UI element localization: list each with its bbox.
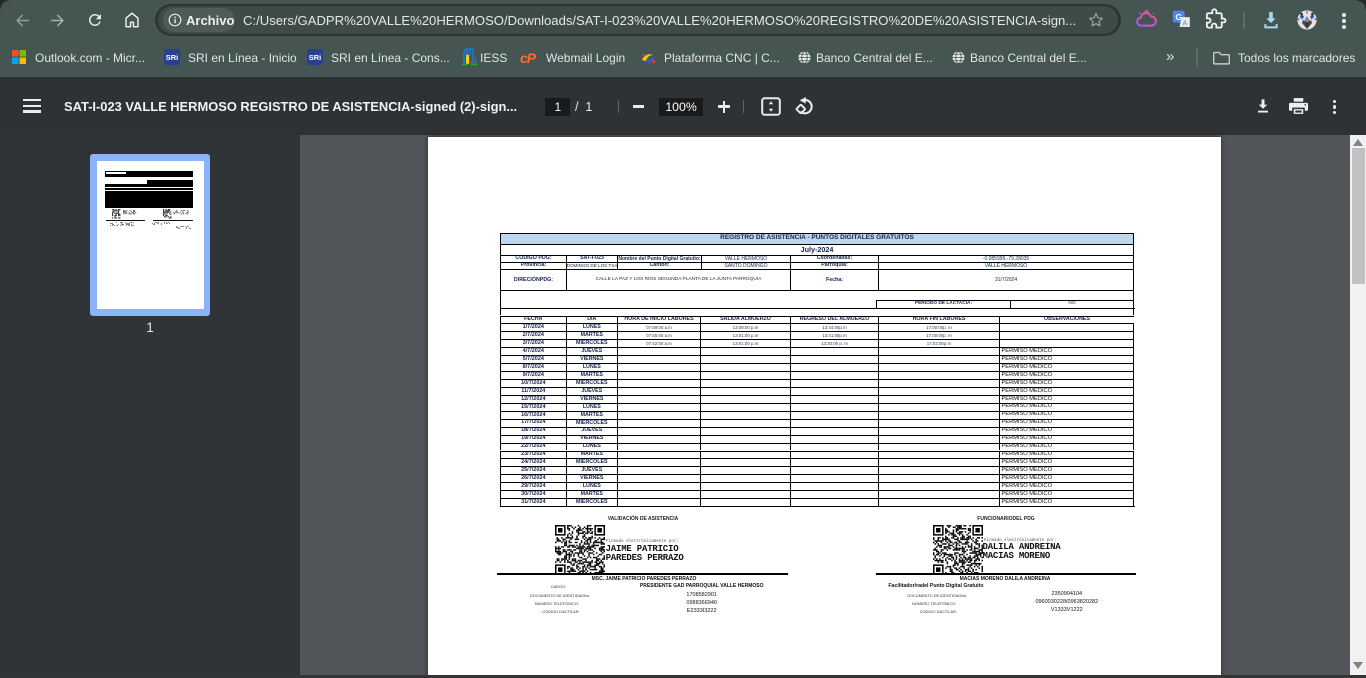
- svg-text:A: A: [1182, 18, 1187, 27]
